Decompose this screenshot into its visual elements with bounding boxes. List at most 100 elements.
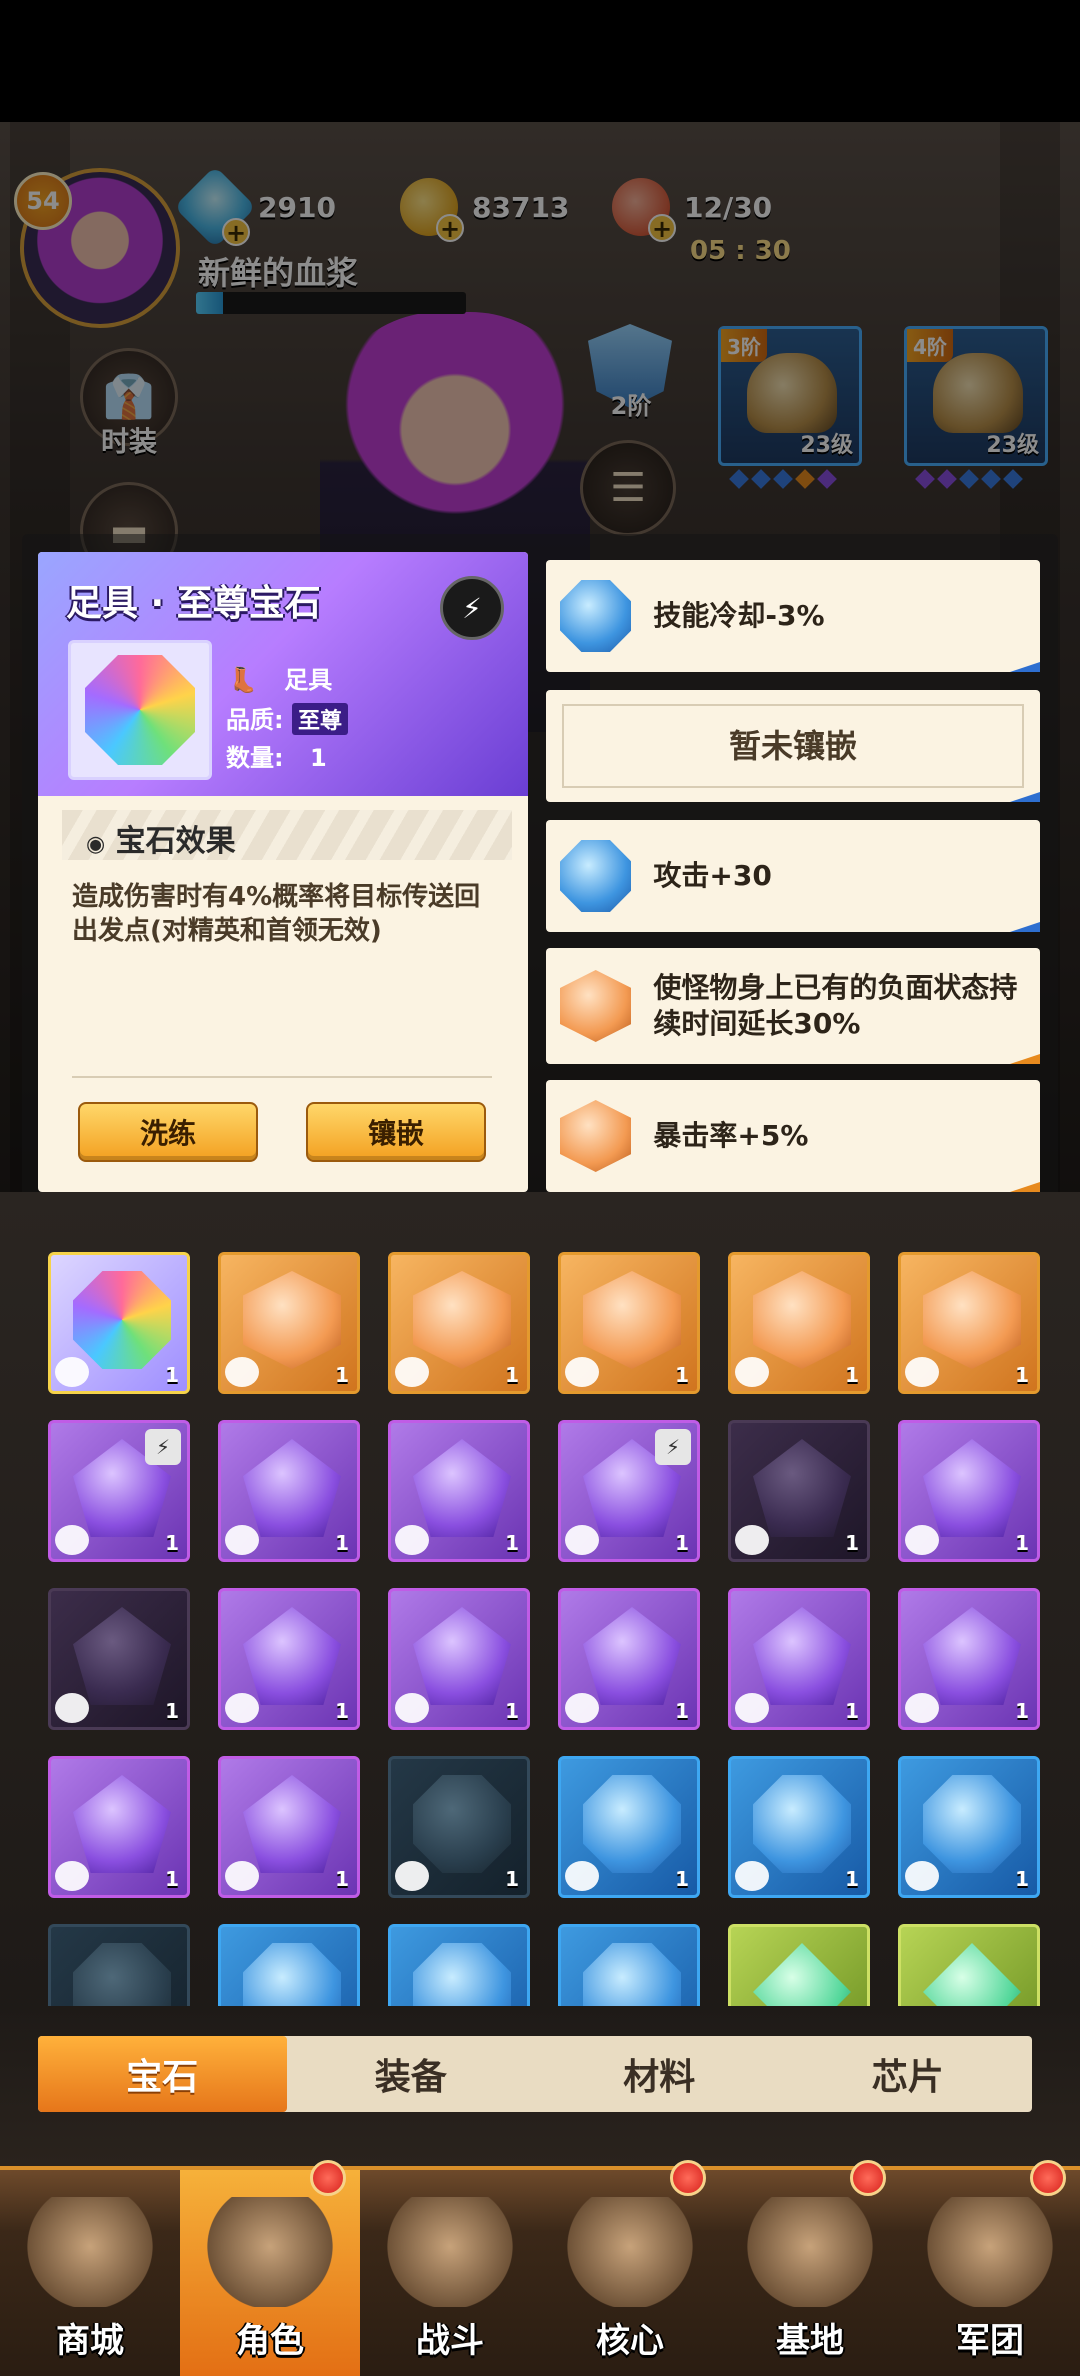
blue-gem-icon bbox=[413, 1943, 511, 2006]
inventory-gem-item[interactable]: 1 bbox=[558, 1588, 700, 1730]
purple-dim-gem-icon bbox=[753, 1439, 851, 1537]
equipment-part-icon bbox=[225, 1861, 259, 1891]
inventory-gem-item[interactable] bbox=[728, 1924, 870, 2006]
inventory-gem-item[interactable]: 1 bbox=[558, 1252, 700, 1394]
gem-preview bbox=[68, 640, 212, 780]
nav-label: 核心 bbox=[596, 2321, 664, 2361]
gem-inventory-grid[interactable]: 1 1 1 1 1 1 1 ⚡ 1 1 1 ⚡ 1 1 1 1 1 1 1 1 1 1 1 1 1 1 bbox=[0, 1192, 1080, 2006]
item-count: 1 bbox=[675, 1531, 689, 1555]
inventory-gem-item[interactable] bbox=[48, 1924, 190, 2006]
inventory-gem-item[interactable]: 1 bbox=[218, 1252, 360, 1394]
boot-icon: 👢 bbox=[228, 666, 258, 694]
base-icon bbox=[745, 2197, 875, 2307]
nav-core[interactable]: 核心 bbox=[540, 2160, 720, 2376]
nav-battle[interactable]: 战斗 bbox=[360, 2170, 540, 2376]
gem-detail-title: 足具 · 至尊宝石 bbox=[66, 583, 321, 624]
inventory-gem-item[interactable] bbox=[898, 1924, 1040, 2006]
inlay-button[interactable]: 镶嵌 bbox=[306, 1102, 486, 1162]
inventory-gem-item[interactable]: 1 bbox=[218, 1756, 360, 1898]
item-count: 1 bbox=[335, 1531, 349, 1555]
inventory-gem-item[interactable]: 1 bbox=[218, 1588, 360, 1730]
green-gem-icon bbox=[923, 1943, 1021, 2006]
green-gem-icon bbox=[753, 1943, 851, 2006]
inventory-gem-item[interactable]: 1 bbox=[48, 1756, 190, 1898]
item-count: 1 bbox=[165, 1531, 179, 1555]
inventory-gem-item[interactable]: 1 bbox=[728, 1756, 870, 1898]
tab-equipment[interactable]: 装备 bbox=[287, 2036, 536, 2112]
inventory-gem-item[interactable]: 1 ⚡ bbox=[558, 1420, 700, 1562]
tab-chips[interactable]: 芯片 bbox=[784, 2036, 1033, 2112]
orange-gem-icon bbox=[560, 970, 632, 1042]
equipment-part-icon bbox=[55, 1357, 89, 1387]
item-count: 1 bbox=[165, 1699, 179, 1723]
nav-label: 商城 bbox=[56, 2321, 124, 2361]
equipment-part-icon bbox=[225, 1693, 259, 1723]
inventory-gem-item[interactable]: 1 bbox=[558, 1756, 700, 1898]
inventory-gem-item[interactable]: 1 bbox=[388, 1420, 530, 1562]
lock-icon: ⚡ bbox=[145, 1429, 181, 1465]
inventory-gem-item[interactable]: 1 bbox=[898, 1252, 1040, 1394]
lock-icon: ⚡ bbox=[655, 1429, 691, 1465]
purple-gem-icon bbox=[753, 1607, 851, 1705]
item-count: 1 bbox=[1015, 1363, 1029, 1387]
item-count: 1 bbox=[845, 1363, 859, 1387]
count-label: 数量: bbox=[226, 744, 284, 772]
item-count: 1 bbox=[845, 1531, 859, 1555]
item-count: 1 bbox=[505, 1531, 519, 1555]
inventory-gem-item[interactable]: 1 ⚡ bbox=[48, 1420, 190, 1562]
tab-materials[interactable]: 材料 bbox=[535, 2036, 784, 2112]
orange-gem-icon bbox=[560, 1100, 632, 1172]
gem-slot-2[interactable]: 暂未镶嵌 bbox=[546, 690, 1040, 802]
gem-slot-1[interactable]: 技能冷却-3% bbox=[546, 560, 1040, 672]
rainbow-gem-icon bbox=[73, 1271, 171, 1369]
item-count: 1 bbox=[675, 1363, 689, 1387]
inventory-gem-item[interactable]: 1 bbox=[728, 1252, 870, 1394]
notification-dot bbox=[850, 2160, 886, 2196]
equipment-part-icon bbox=[905, 1861, 939, 1891]
nav-shop[interactable]: 商城 bbox=[0, 2170, 180, 2376]
inventory-gem-item[interactable]: 1 bbox=[48, 1588, 190, 1730]
inventory-gem-item[interactable]: 1 bbox=[388, 1252, 530, 1394]
item-count: 1 bbox=[505, 1867, 519, 1891]
divider bbox=[72, 1076, 492, 1078]
equipment-part-icon bbox=[225, 1525, 259, 1555]
purple-gem-icon bbox=[413, 1607, 511, 1705]
orange-gem-icon bbox=[923, 1271, 1021, 1369]
lock-toggle-button[interactable]: ⚡ bbox=[440, 576, 504, 640]
inventory-gem-item[interactable] bbox=[218, 1924, 360, 2006]
equipment-part-icon bbox=[55, 1861, 89, 1891]
core-icon bbox=[565, 2197, 695, 2307]
inventory-gem-item[interactable]: 1 bbox=[728, 1588, 870, 1730]
nav-label: 基地 bbox=[776, 2321, 844, 2361]
nav-base[interactable]: 基地 bbox=[720, 2160, 900, 2376]
legion-icon bbox=[925, 2197, 1055, 2307]
inventory-gem-item[interactable]: 1 bbox=[898, 1756, 1040, 1898]
orange-gem-icon bbox=[413, 1271, 511, 1369]
equipment-part-icon bbox=[735, 1357, 769, 1387]
equipment-part-icon bbox=[905, 1693, 939, 1723]
nav-legion[interactable]: 军团 bbox=[900, 2160, 1080, 2376]
blue-dim-gem-icon bbox=[413, 1775, 511, 1873]
gem-slot-4[interactable]: 使怪物身上已有的负面状态持续时间延长30% bbox=[546, 948, 1040, 1064]
gem-detail-card: 足具 · 至尊宝石 ⚡ 👢 足具 品质: 至尊 数量: 1 ◉ 宝石效果 造成伤… bbox=[38, 552, 528, 1192]
inventory-gem-item[interactable]: 1 bbox=[898, 1588, 1040, 1730]
inventory-gem-item[interactable]: 1 bbox=[728, 1420, 870, 1562]
inventory-gem-item[interactable] bbox=[388, 1924, 530, 2006]
inventory-gem-item[interactable]: 1 bbox=[388, 1756, 530, 1898]
inventory-gem-item[interactable]: 1 bbox=[898, 1420, 1040, 1562]
item-count: 1 bbox=[505, 1363, 519, 1387]
inventory-gem-item[interactable]: 1 bbox=[218, 1420, 360, 1562]
tab-gems[interactable]: 宝石 bbox=[38, 2036, 287, 2112]
reroll-button[interactable]: 洗练 bbox=[78, 1102, 258, 1162]
item-count: 1 bbox=[1015, 1699, 1029, 1723]
inventory-gem-item[interactable]: 1 bbox=[388, 1588, 530, 1730]
purple-gem-icon bbox=[923, 1607, 1021, 1705]
inventory-gem-item[interactable]: 1 bbox=[48, 1252, 190, 1394]
gem-slot-3[interactable]: 攻击+30 bbox=[546, 820, 1040, 932]
gem-slot-5[interactable]: 暴击率+5% bbox=[546, 1080, 1040, 1192]
gem-slot-text: 攻击+30 bbox=[653, 859, 772, 892]
inventory-gem-item[interactable] bbox=[558, 1924, 700, 2006]
item-count: 1 bbox=[335, 1699, 349, 1723]
nav-character[interactable]: 角色 bbox=[180, 2160, 360, 2376]
item-count: 1 bbox=[675, 1867, 689, 1891]
